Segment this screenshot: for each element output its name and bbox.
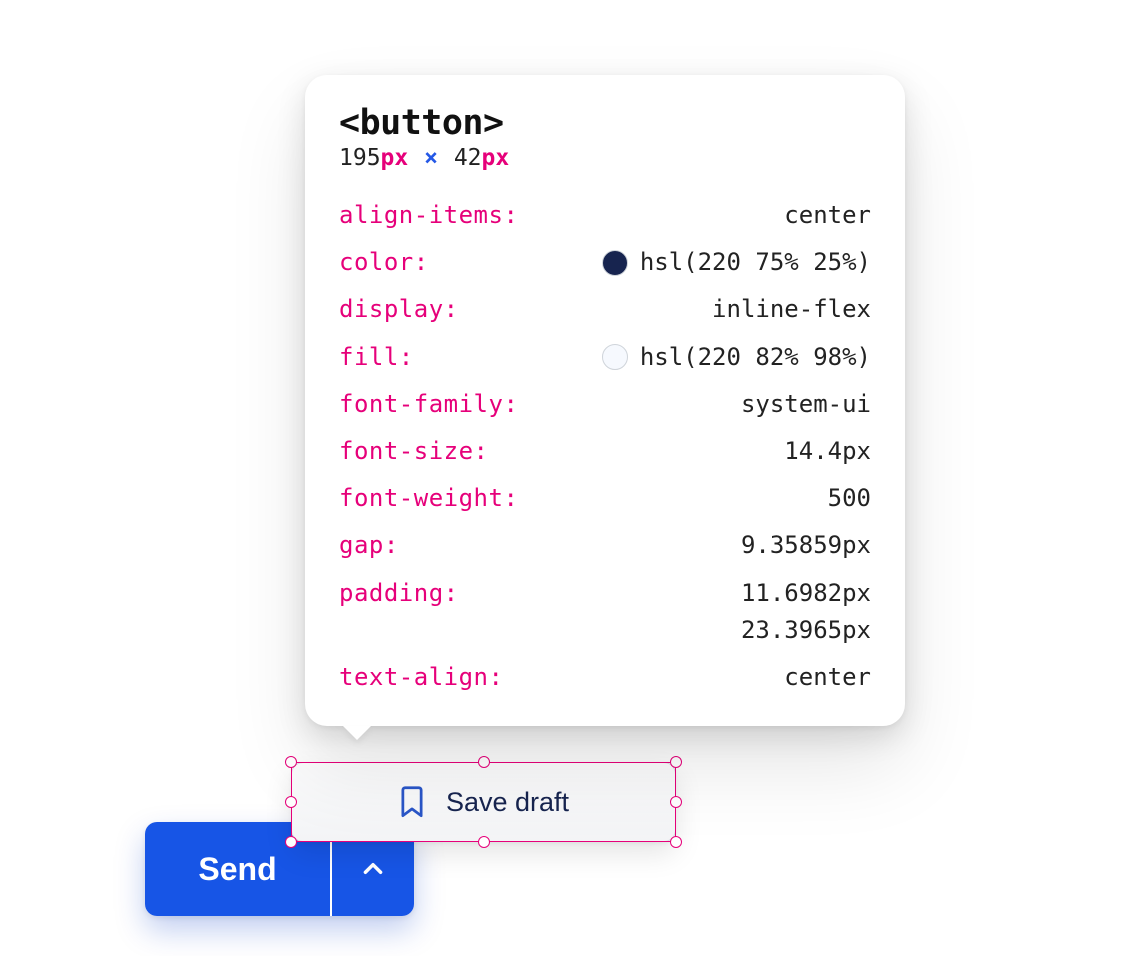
prop-key: padding: [339, 575, 459, 612]
prop-value: 11.6982px 23.3965px: [741, 575, 871, 649]
dim-height: 42: [454, 145, 482, 171]
prop-value: center: [784, 197, 871, 234]
send-label: Send: [198, 851, 276, 888]
prop-value: system-ui: [741, 386, 871, 423]
css-properties-list: align-items center color hsl(220 75% 25%…: [339, 197, 871, 696]
prop-value: 14.4px: [784, 433, 871, 470]
dim-width-unit: px: [381, 145, 409, 171]
prop-value: inline-flex: [712, 291, 871, 328]
save-draft-button[interactable]: Save draft: [291, 762, 676, 842]
dim-times: ×: [424, 145, 438, 171]
prop-value: 9.35859px: [741, 527, 871, 564]
dim-width: 195: [339, 145, 381, 171]
prop-key: display: [339, 291, 459, 328]
prop-key: font-family: [339, 386, 518, 423]
prop-row: text-align center: [339, 659, 871, 696]
prop-row: font-weight 500: [339, 480, 871, 517]
prop-value: hsl(220 82% 98%): [602, 339, 871, 376]
prop-value-text: hsl(220 82% 98%): [640, 339, 871, 376]
prop-value-text: hsl(220 75% 25%): [640, 244, 871, 281]
prop-value-line1: 11.6982px: [741, 575, 871, 612]
prop-value-line2: 23.3965px: [741, 612, 871, 649]
color-swatch-icon: [602, 250, 628, 276]
save-draft-label: Save draft: [446, 787, 569, 818]
prop-value: hsl(220 75% 25%): [602, 244, 871, 281]
chevron-up-icon: [360, 856, 386, 882]
prop-value: 500: [828, 480, 871, 517]
inspected-element-dimensions: 195px × 42px: [339, 145, 871, 171]
inspected-element-tag: <button>: [339, 103, 871, 143]
color-swatch-icon: [602, 344, 628, 370]
prop-row: fill hsl(220 82% 98%): [339, 339, 871, 376]
selected-element-wrapper: Save draft: [291, 762, 676, 842]
prop-row: color hsl(220 75% 25%): [339, 244, 871, 281]
prop-key: fill: [339, 339, 414, 376]
prop-row: gap 9.35859px: [339, 527, 871, 564]
dim-height-unit: px: [482, 145, 510, 171]
prop-value: center: [784, 659, 871, 696]
prop-key: gap: [339, 527, 399, 564]
prop-key: font-weight: [339, 480, 518, 517]
prop-row: font-family system-ui: [339, 386, 871, 423]
prop-key: color: [339, 244, 429, 281]
prop-key: text-align: [339, 659, 503, 696]
prop-key: align-items: [339, 197, 518, 234]
inspector-tooltip: <button> 195px × 42px align-items center…: [305, 75, 905, 726]
prop-row: font-size 14.4px: [339, 433, 871, 470]
prop-row: display inline-flex: [339, 291, 871, 328]
prop-key: font-size: [339, 433, 489, 470]
bookmark-icon: [398, 786, 426, 818]
prop-row: align-items center: [339, 197, 871, 234]
prop-row: padding 11.6982px 23.3965px: [339, 575, 871, 649]
